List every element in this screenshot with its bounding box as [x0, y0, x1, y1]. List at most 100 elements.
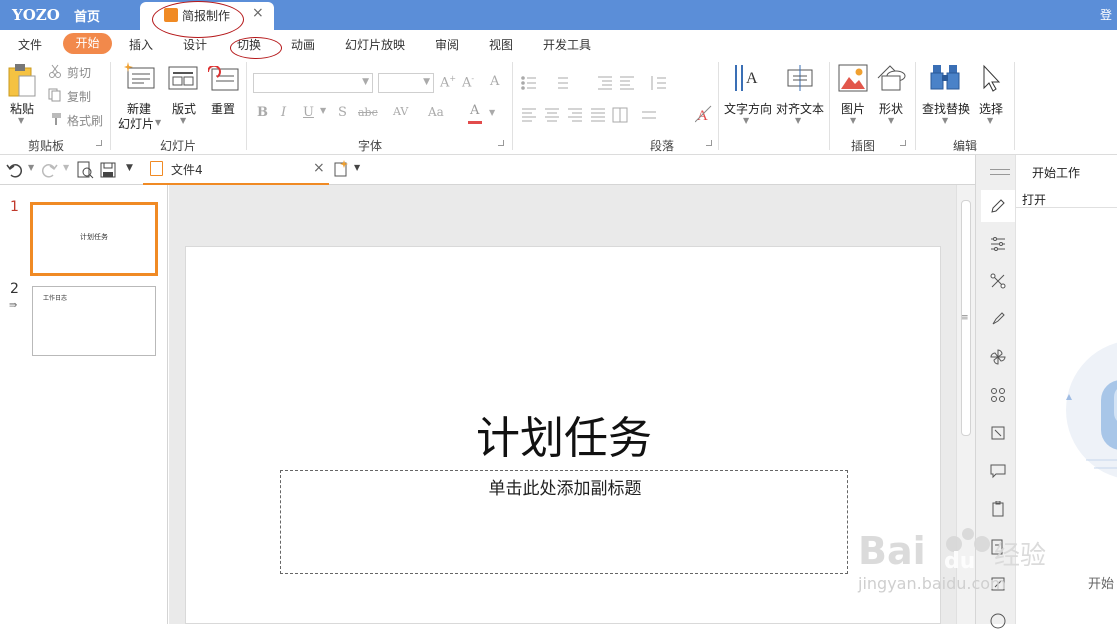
close-file-tab-icon[interactable]: × [313, 160, 325, 176]
menu-design[interactable]: 设计 [183, 36, 207, 53]
slide-title[interactable]: 计划任务 [186, 402, 942, 466]
char-spacing-icon[interactable]: AV [393, 105, 408, 118]
menu-view[interactable]: 视图 [489, 36, 513, 53]
paste-button[interactable]: 粘贴 [10, 100, 34, 117]
open-link[interactable]: 打开 [1022, 191, 1046, 208]
new-slide-dropdown-icon[interactable]: ▼ [155, 118, 161, 127]
thumbnail-title: 计划任务 [80, 233, 108, 241]
bold-icon[interactable]: B [257, 105, 268, 120]
strikethrough-icon[interactable]: abc [358, 106, 378, 119]
grid-icon[interactable] [990, 387, 1006, 403]
customize-toolbar-icon[interactable]: ▼ [126, 163, 133, 173]
shape-icon[interactable] [876, 64, 908, 94]
binoculars-icon[interactable] [930, 63, 962, 93]
baidu-watermark-logo: Bai du 经验 [858, 528, 1046, 574]
picture-button[interactable]: 图片 [841, 100, 865, 117]
menu-review[interactable]: 审阅 [435, 36, 459, 53]
new-slide-icon[interactable] [124, 62, 156, 92]
slide-thumbnail[interactable]: 工作日志 [32, 286, 156, 356]
font-size-select[interactable]: ▼ [378, 73, 434, 93]
underline-dropdown-icon[interactable]: ▼ [320, 106, 326, 115]
layout-icon[interactable] [168, 66, 200, 92]
close-tab-icon[interactable]: × [252, 5, 264, 21]
file-tab-label: 文件4 [171, 163, 203, 177]
print-preview-icon[interactable] [76, 161, 94, 179]
undo-icon[interactable] [6, 162, 22, 178]
format-painter-button[interactable]: 格式刷 [67, 112, 103, 129]
pinwheel-icon[interactable] [990, 349, 1006, 365]
subtitle-placeholder-text: 单击此处添加副标题 [488, 479, 642, 499]
paragraph-align-tools[interactable] [520, 106, 690, 124]
svg-text:A: A [746, 70, 758, 87]
paragraph-expand-icon[interactable] [706, 140, 712, 146]
reset-icon[interactable] [208, 66, 240, 92]
select-button[interactable]: 选择 [979, 100, 1003, 117]
slide-thumbnail[interactable]: 计划任务 [30, 202, 158, 276]
font-grow-icon[interactable]: A+ [440, 74, 456, 90]
slide-canvas[interactable]: 计划任务 单击此处添加副标题 [185, 246, 941, 624]
tools-icon[interactable] [990, 273, 1006, 289]
picture-icon[interactable] [838, 64, 868, 94]
layout-button[interactable]: 版式 [172, 100, 196, 117]
app-logo: YOZO [12, 6, 60, 24]
font-shrink-icon[interactable]: A- [462, 74, 474, 90]
layout-dropdown-icon[interactable]: ▼ [180, 116, 186, 125]
slides-group-label: 幻灯片 [160, 139, 197, 153]
undo-dropdown-icon[interactable]: ▼ [28, 163, 34, 172]
collapse-handle-icon[interactable] [990, 169, 1010, 175]
crop-icon[interactable] [990, 425, 1006, 441]
clipboard-icon[interactable] [990, 501, 1006, 517]
font-color-dropdown-icon[interactable]: ▼ [489, 108, 495, 117]
brush-icon[interactable] [990, 311, 1006, 327]
cut-button[interactable]: 剪切 [67, 64, 91, 81]
italic-icon[interactable]: I [281, 105, 286, 120]
text-direction-icon[interactable]: A [733, 63, 763, 95]
save-icon[interactable] [100, 162, 116, 178]
underline-icon[interactable]: U [303, 105, 314, 120]
align-text-dropdown-icon[interactable]: ▼ [795, 116, 801, 125]
comment-icon[interactable] [990, 463, 1006, 479]
menu-start[interactable]: 开始 [63, 33, 112, 54]
reset-button[interactable]: 重置 [211, 100, 235, 117]
shadow-icon[interactable]: S [338, 105, 347, 120]
font-expand-icon[interactable] [498, 140, 504, 146]
clear-format-icon[interactable]: A [490, 74, 499, 89]
redo-dropdown-icon[interactable]: ▼ [63, 163, 69, 172]
text-direction-dropdown-icon[interactable]: ▼ [743, 116, 749, 125]
paste-icon[interactable] [7, 62, 37, 98]
select-dropdown-icon[interactable]: ▼ [987, 116, 993, 125]
sliders-icon[interactable] [990, 236, 1006, 252]
paragraph-list-tools[interactable] [520, 74, 690, 92]
font-color-icon[interactable]: A [470, 103, 479, 118]
menu-developer[interactable]: 开发工具 [543, 36, 591, 53]
cursor-arrow-icon[interactable] [980, 64, 1002, 94]
new-document-icon[interactable] [333, 160, 351, 178]
font-name-select[interactable]: ▼ [253, 73, 373, 93]
annotation-ellipse [152, 1, 244, 38]
clipboard-expand-icon[interactable] [96, 140, 102, 146]
find-replace-button[interactable]: 查找替换 [922, 100, 970, 117]
text-effect-icon[interactable]: A [695, 104, 713, 124]
picture-dropdown-icon[interactable]: ▼ [850, 116, 856, 125]
new-document-dropdown-icon[interactable]: ▼ [354, 163, 360, 172]
find-replace-dropdown-icon[interactable]: ▼ [942, 116, 948, 125]
paste-dropdown-icon[interactable]: ▼ [18, 116, 24, 125]
text-direction-button[interactable]: 文字方向 [724, 100, 772, 117]
menu-animation[interactable]: 动画 [291, 36, 315, 53]
pencil-icon[interactable] [990, 198, 1006, 214]
align-text-button[interactable]: 对齐文本 [776, 100, 824, 117]
login-link[interactable]: 登 [1100, 6, 1112, 23]
menu-file[interactable]: 文件 [18, 36, 42, 53]
menu-slideshow[interactable]: 幻灯片放映 [345, 36, 405, 53]
file-tab[interactable]: 文件4 × [143, 155, 329, 185]
shape-dropdown-icon[interactable]: ▼ [888, 116, 894, 125]
align-text-icon[interactable] [786, 65, 814, 93]
illustrations-expand-icon[interactable] [900, 140, 906, 146]
copy-button[interactable]: 复制 [67, 88, 91, 105]
change-case-icon[interactable]: Aa [428, 105, 444, 119]
redo-icon[interactable] [42, 162, 58, 178]
menu-insert[interactable]: 插入 [129, 36, 153, 53]
shape-button[interactable]: 形状 [879, 100, 903, 117]
subtitle-placeholder-box[interactable]: 单击此处添加副标题 [280, 470, 848, 574]
home-tab[interactable]: 首页 [74, 6, 100, 25]
